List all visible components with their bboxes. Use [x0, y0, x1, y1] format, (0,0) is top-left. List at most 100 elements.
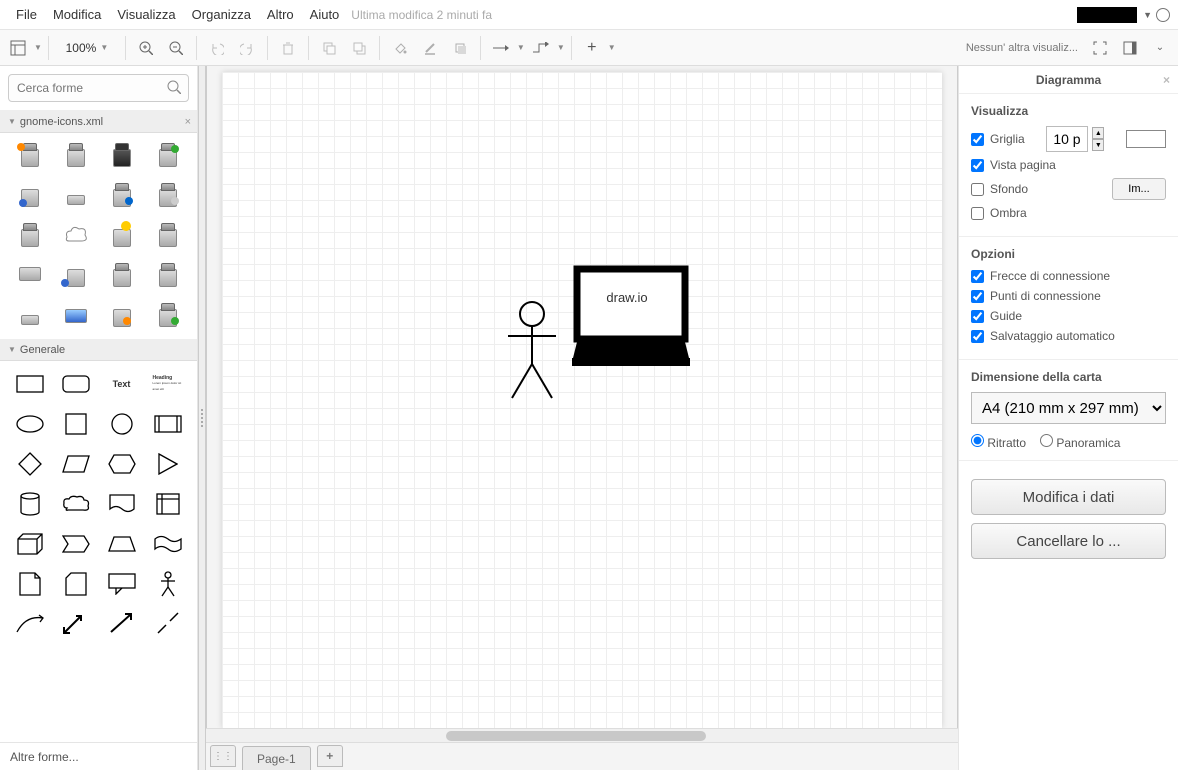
language-globe-icon[interactable] [1156, 8, 1170, 22]
shape-roundrect[interactable] [56, 367, 96, 401]
search-input[interactable] [8, 74, 189, 102]
conn-arrows-checkbox[interactable] [971, 270, 984, 283]
menu-edit[interactable]: Modifica [45, 1, 109, 28]
gnome-shape[interactable] [56, 219, 96, 253]
fullscreen-button[interactable] [1086, 34, 1114, 62]
guides-checkbox[interactable] [971, 310, 984, 323]
fill-color-button[interactable] [386, 34, 414, 62]
user-name-redacted[interactable] [1077, 7, 1137, 23]
menu-file[interactable]: File [8, 1, 45, 28]
portrait-radio[interactable] [971, 434, 984, 447]
grid-size-input[interactable] [1046, 126, 1088, 152]
gnome-shape[interactable] [10, 259, 50, 293]
undo-button[interactable] [203, 34, 231, 62]
shape-document[interactable] [102, 487, 142, 521]
shape-cube[interactable] [10, 527, 50, 561]
shape-tape[interactable] [148, 527, 188, 561]
background-checkbox[interactable] [971, 183, 984, 196]
background-image-button[interactable]: Im... [1112, 178, 1166, 200]
shape-link[interactable] [148, 607, 188, 641]
shape-curve[interactable] [10, 607, 50, 641]
grid-size-up[interactable]: ▲ [1092, 127, 1104, 139]
landscape-radio[interactable] [1040, 434, 1053, 447]
shape-hexagon[interactable] [102, 447, 142, 481]
shape-trapezoid[interactable] [102, 527, 142, 561]
search-icon[interactable] [167, 80, 181, 94]
shape-square[interactable] [56, 407, 96, 441]
gnome-shape[interactable] [10, 219, 50, 253]
menu-extras[interactable]: Altro [259, 1, 302, 28]
horizontal-scrollbar[interactable] [206, 728, 958, 742]
shape-note[interactable] [10, 567, 50, 601]
gnome-shape[interactable] [148, 179, 188, 213]
shape-text[interactable]: Text [102, 367, 142, 401]
shape-process[interactable] [148, 407, 188, 441]
waypoint-caret-icon[interactable]: ▼ [557, 43, 565, 52]
format-panel-toggle[interactable] [1116, 34, 1144, 62]
line-color-button[interactable] [416, 34, 444, 62]
page-view-checkbox[interactable] [971, 159, 984, 172]
left-splitter[interactable] [198, 66, 206, 770]
canvas-viewport[interactable]: draw.io [206, 66, 958, 728]
gnome-shape[interactable] [10, 299, 50, 333]
redo-button[interactable] [233, 34, 261, 62]
shape-actor[interactable] [148, 567, 188, 601]
gnome-shape[interactable] [56, 299, 96, 333]
shape-rect[interactable] [10, 367, 50, 401]
delete-button[interactable] [274, 34, 302, 62]
gnome-shape[interactable] [148, 219, 188, 253]
autosave-checkbox[interactable] [971, 330, 984, 343]
shape-circle[interactable] [102, 407, 142, 441]
zoom-out-button[interactable] [162, 34, 190, 62]
shadow-checkbox[interactable] [971, 207, 984, 220]
to-back-button[interactable] [345, 34, 373, 62]
gnome-shape[interactable] [56, 139, 96, 173]
gnome-shape[interactable] [148, 139, 188, 173]
collapse-format-button[interactable]: ⌄ [1146, 34, 1174, 62]
shape-diamond[interactable] [10, 447, 50, 481]
shape-callout[interactable] [102, 567, 142, 601]
palette-head-gnome[interactable]: ▼ gnome-icons.xml × [0, 111, 197, 133]
connection-type-button[interactable] [487, 34, 515, 62]
actor-shape[interactable] [502, 300, 562, 400]
grid-size-down[interactable]: ▼ [1092, 139, 1104, 151]
paper-size-select[interactable]: A4 (210 mm x 297 mm) [971, 392, 1166, 424]
shape-cloud[interactable] [56, 487, 96, 521]
shape-cylinder[interactable] [10, 487, 50, 521]
gnome-shape[interactable] [102, 259, 142, 293]
close-palette-icon[interactable]: × [185, 116, 191, 128]
menu-view[interactable]: Visualizza [109, 1, 183, 28]
gnome-shape[interactable] [102, 139, 142, 173]
shape-step[interactable] [56, 527, 96, 561]
pages-menu-button[interactable]: ⋮⋮ [210, 745, 236, 767]
scrollbar-thumb[interactable] [446, 731, 706, 741]
view-mode-caret-icon[interactable]: ▼ [34, 43, 42, 52]
more-shapes-button[interactable]: Altre forme... [0, 742, 197, 770]
grid-checkbox[interactable] [971, 133, 984, 146]
zoom-dropdown[interactable]: 100%▼ [55, 41, 119, 55]
shape-arrow[interactable] [102, 607, 142, 641]
user-menu-caret-icon[interactable]: ▼ [1143, 10, 1152, 20]
menu-help[interactable]: Aiuto [302, 1, 348, 28]
gnome-shape[interactable] [102, 299, 142, 333]
gnome-shape[interactable] [148, 259, 188, 293]
close-format-icon[interactable]: × [1163, 73, 1170, 87]
insert-button[interactable]: + [578, 34, 606, 62]
zoom-in-button[interactable] [132, 34, 160, 62]
clear-default-style-button[interactable]: Cancellare lo ... [971, 523, 1166, 559]
shape-triangle[interactable] [148, 447, 188, 481]
grid-color-swatch[interactable] [1126, 130, 1166, 148]
gnome-shape[interactable] [102, 179, 142, 213]
gnome-shape[interactable] [102, 219, 142, 253]
gnome-shape[interactable] [56, 259, 96, 293]
palette-head-general[interactable]: ▼ Generale [0, 339, 197, 361]
page-tab-1[interactable]: Page-1 [242, 746, 311, 770]
conn-points-checkbox[interactable] [971, 290, 984, 303]
shape-internal-storage[interactable] [148, 487, 188, 521]
edit-data-button[interactable]: Modifica i dati [971, 479, 1166, 515]
workstation-shape[interactable]: draw.io [572, 264, 692, 374]
add-page-button[interactable]: + [317, 745, 343, 767]
shape-card[interactable] [56, 567, 96, 601]
shape-ellipse[interactable] [10, 407, 50, 441]
connection-caret-icon[interactable]: ▼ [517, 43, 525, 52]
